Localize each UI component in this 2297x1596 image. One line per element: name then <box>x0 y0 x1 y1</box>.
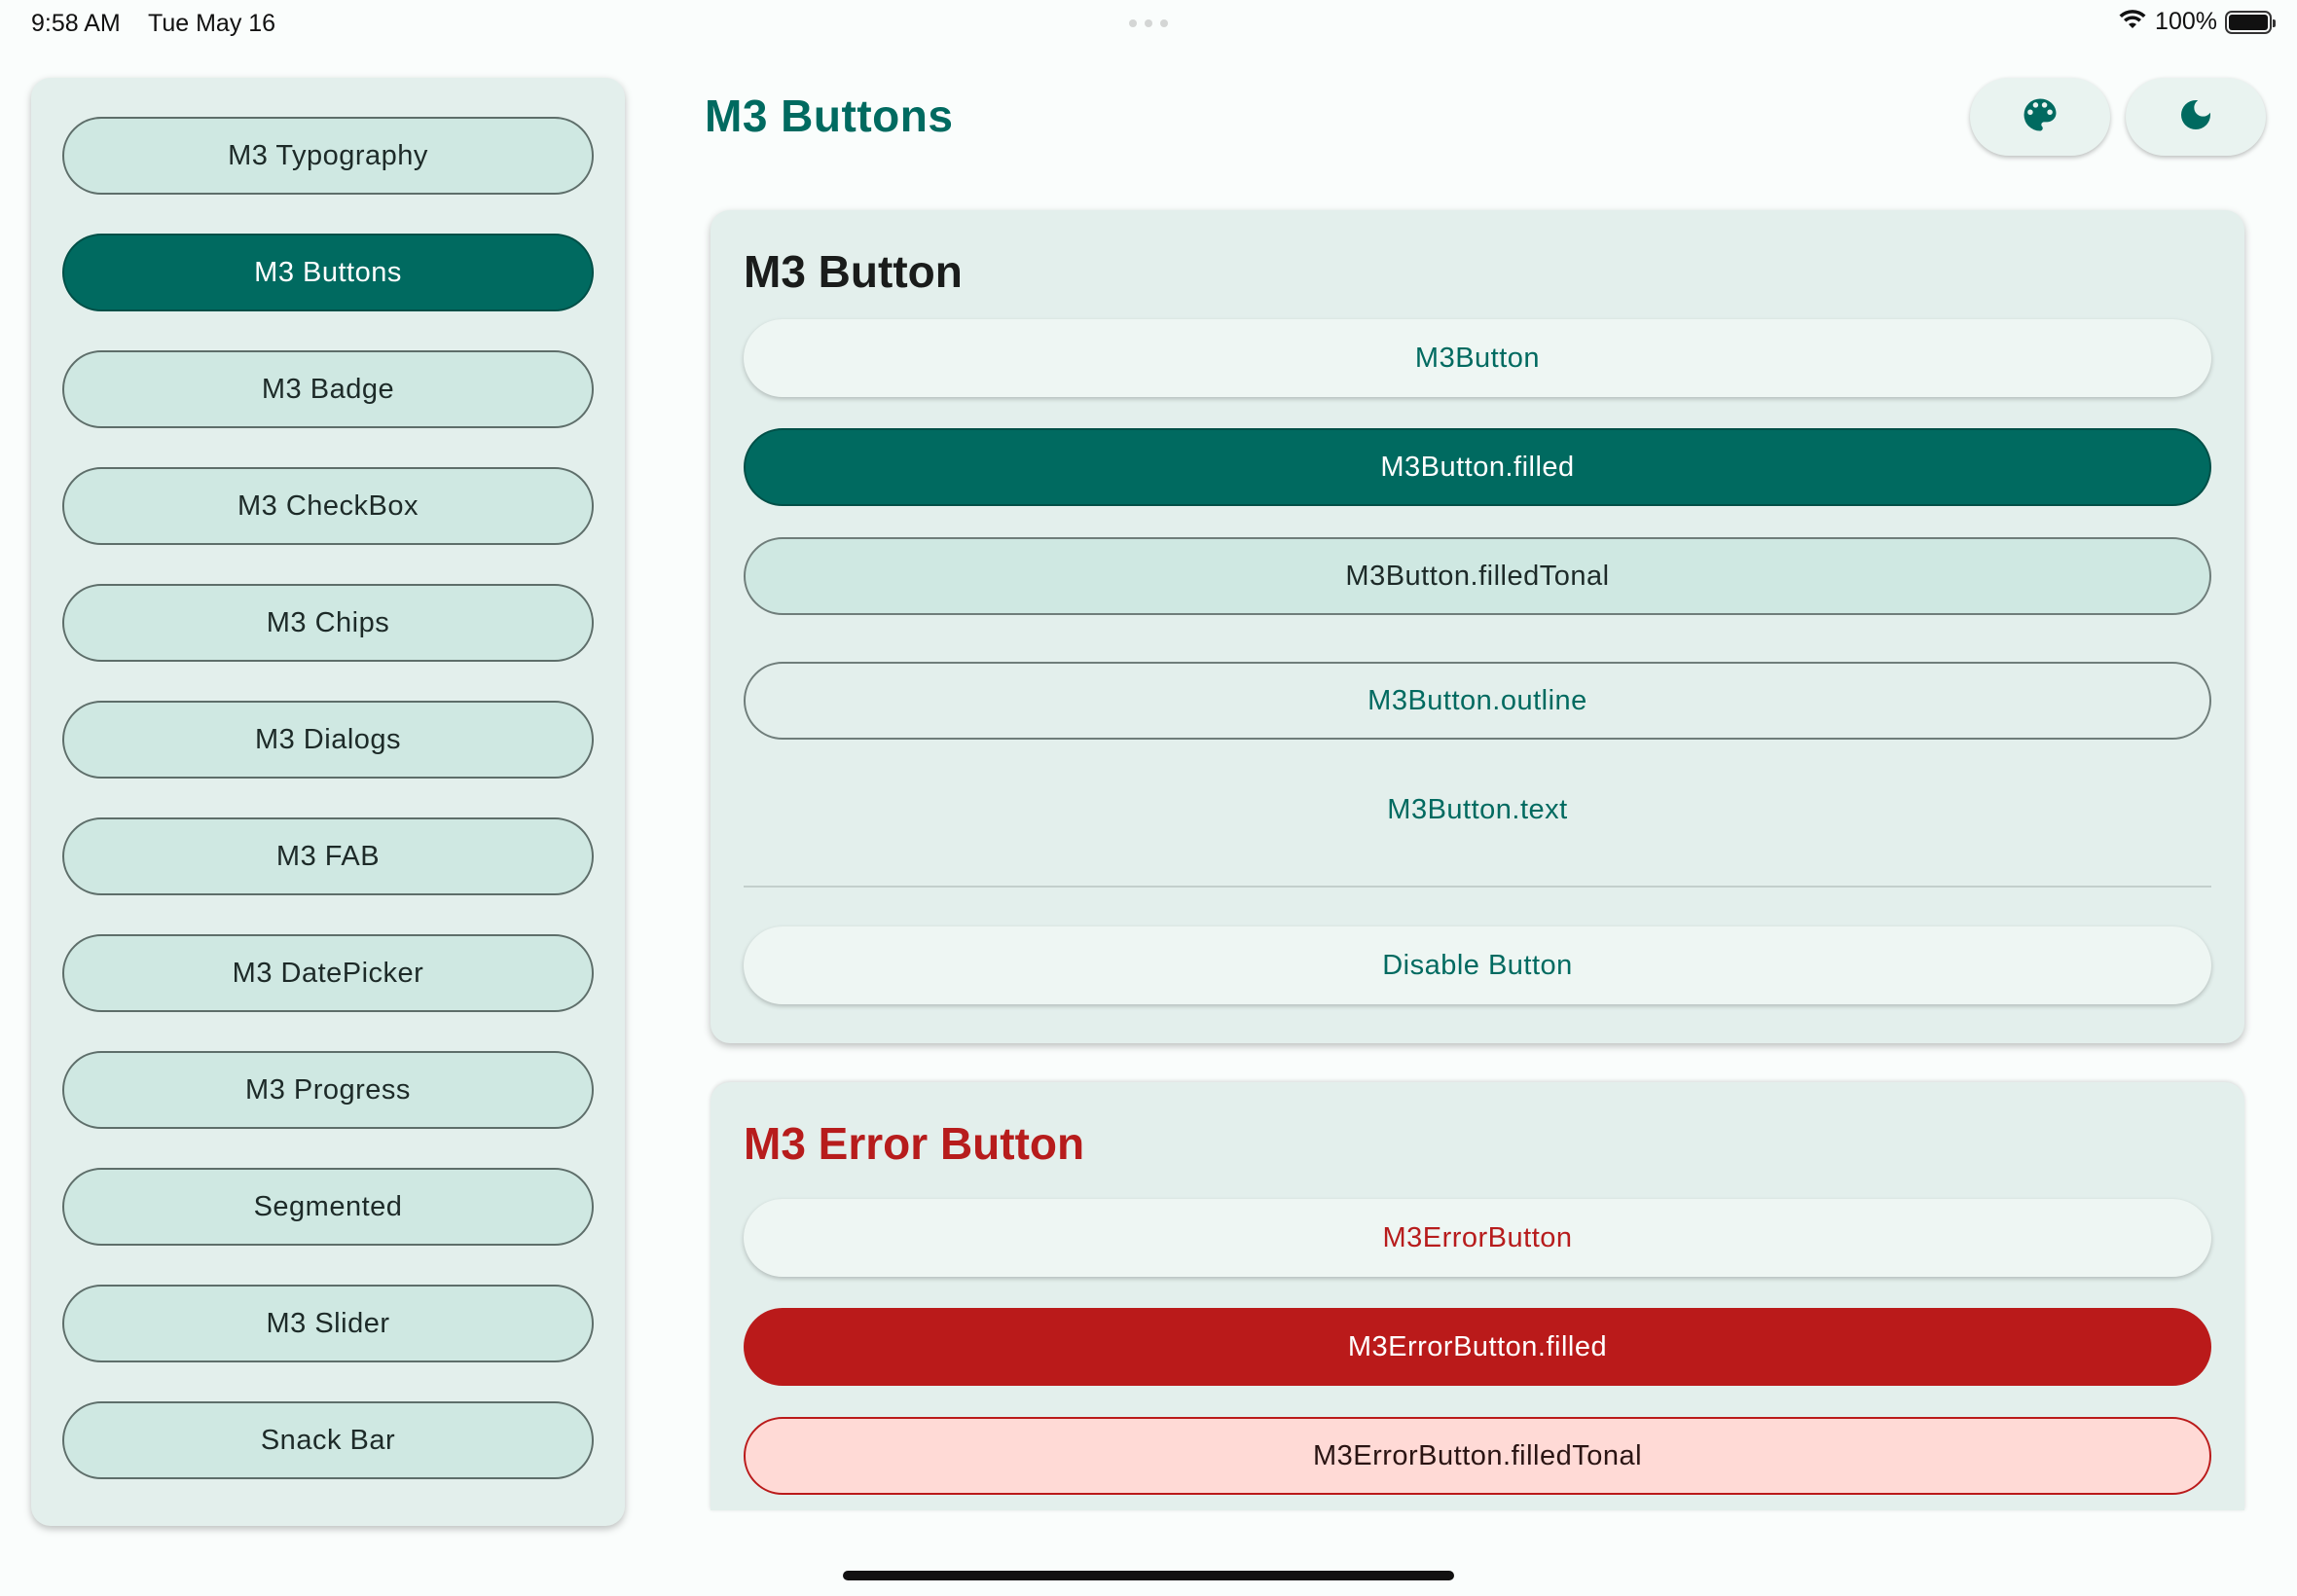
sidebar-item-checkbox[interactable]: M3 CheckBox <box>62 467 594 545</box>
m3-error-button-card: M3 Error Button M3ErrorButton M3ErrorBut… <box>711 1082 2244 1510</box>
sidebar-item-slider[interactable]: M3 Slider <box>62 1285 594 1362</box>
home-indicator[interactable] <box>843 1571 1454 1580</box>
status-time: 9:58 AM <box>31 10 121 37</box>
m3-error-button-filled-tonal[interactable]: M3ErrorButton.filledTonal <box>744 1417 2211 1495</box>
m3-button-text[interactable]: M3Button.text <box>744 771 2211 849</box>
app-screen: 9:58 AM Tue May 16 100% M3 Typography M3… <box>0 0 2297 1596</box>
divider <box>744 886 2211 888</box>
status-date: Tue May 16 <box>148 10 276 37</box>
disable-button[interactable]: Disable Button <box>744 926 2211 1004</box>
sidebar-item-buttons[interactable]: M3 Buttons <box>62 234 594 311</box>
sidebar-item-dialogs[interactable]: M3 Dialogs <box>62 701 594 779</box>
status-bar: 9:58 AM Tue May 16 100% <box>0 0 2297 49</box>
m3-button-filled[interactable]: M3Button.filled <box>744 428 2211 506</box>
status-right: 100% <box>2118 8 2276 36</box>
dark-mode-icon <box>2176 95 2215 139</box>
m3-error-button-filled[interactable]: M3ErrorButton.filled <box>744 1308 2211 1386</box>
page-title: M3 Buttons <box>705 91 954 141</box>
sidebar-item-typography[interactable]: M3 Typography <box>62 117 594 195</box>
battery-icon <box>2225 10 2276 34</box>
sidebar-item-fab[interactable]: M3 FAB <box>62 817 594 895</box>
multitasking-dots-icon[interactable] <box>1129 19 1168 27</box>
card-title: M3 Error Button <box>744 1118 1085 1169</box>
wifi-icon <box>2118 8 2147 36</box>
m3-error-button[interactable]: M3ErrorButton <box>744 1199 2211 1277</box>
sidebar-item-segmented[interactable]: Segmented <box>62 1168 594 1246</box>
m3-button-filled-tonal[interactable]: M3Button.filledTonal <box>744 537 2211 615</box>
m3-button[interactable]: M3Button <box>744 319 2211 397</box>
palette-icon <box>2019 93 2061 141</box>
sidebar-nav: M3 Typography M3 Buttons M3 Badge M3 Che… <box>31 78 625 1526</box>
battery-percent: 100% <box>2155 8 2217 35</box>
theme-palette-button[interactable] <box>1970 78 2110 156</box>
dark-mode-button[interactable] <box>2126 78 2266 156</box>
m3-button-outline[interactable]: M3Button.outline <box>744 662 2211 740</box>
sidebar-item-chips[interactable]: M3 Chips <box>62 584 594 662</box>
sidebar-item-badge[interactable]: M3 Badge <box>62 350 594 428</box>
sidebar-item-datepicker[interactable]: M3 DatePicker <box>62 934 594 1012</box>
sidebar-item-snackbar[interactable]: Snack Bar <box>62 1401 594 1479</box>
sidebar-item-progress[interactable]: M3 Progress <box>62 1051 594 1129</box>
m3-button-card: M3 Button M3Button M3Button.filled M3But… <box>711 210 2244 1043</box>
card-title: M3 Button <box>744 246 963 297</box>
